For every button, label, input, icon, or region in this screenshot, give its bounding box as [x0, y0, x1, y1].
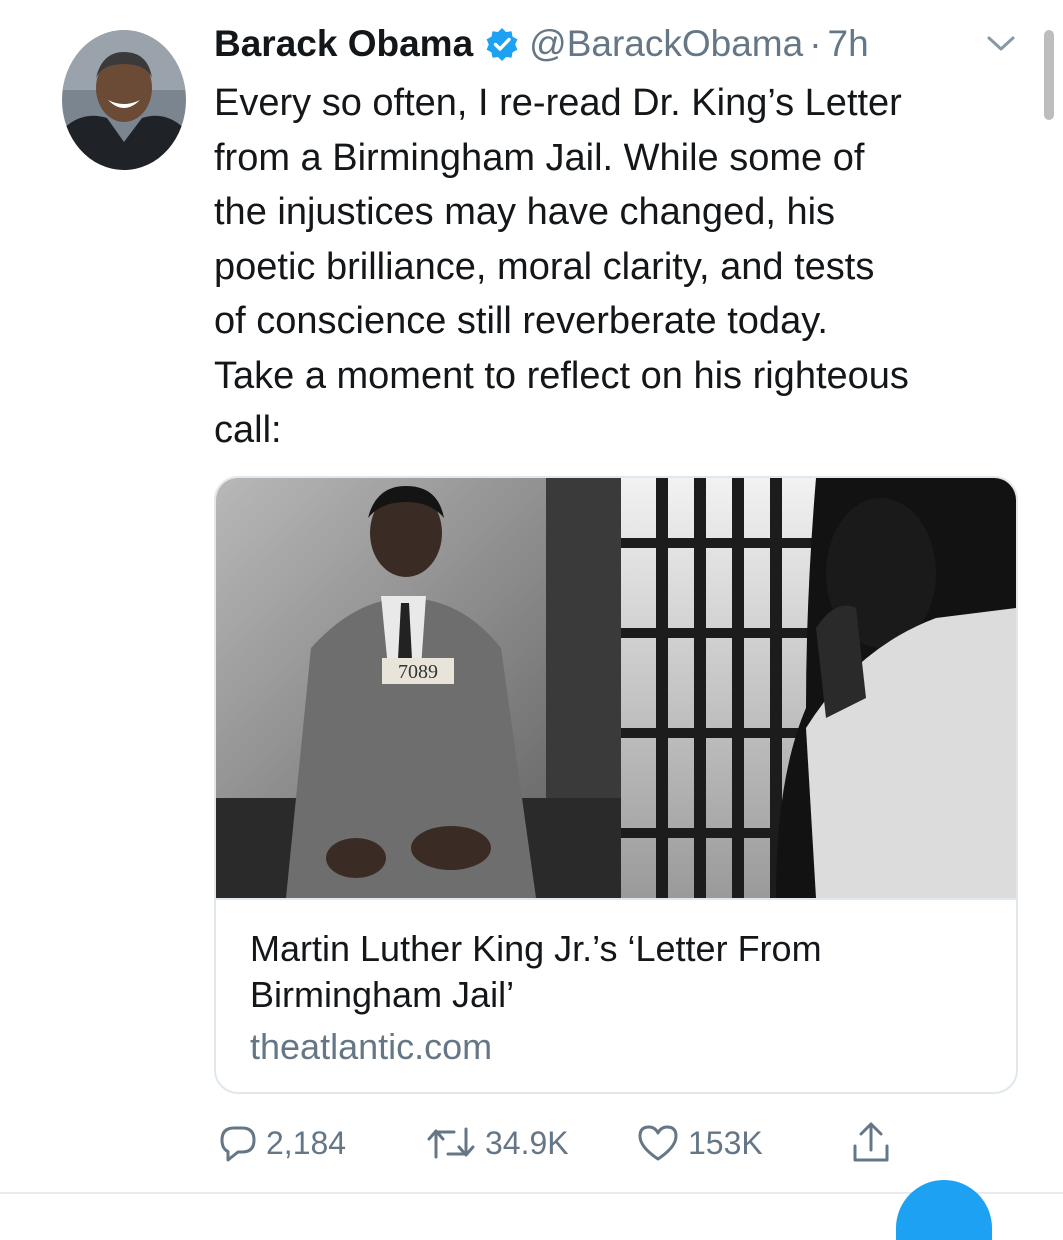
- tweet-text-line: the injustices may have changed, his: [214, 191, 836, 233]
- share-button[interactable]: [850, 1118, 900, 1168]
- tweet-timestamp[interactable]: 7h: [828, 23, 869, 65]
- verified-badge-icon: [485, 27, 519, 61]
- avatar[interactable]: [62, 30, 186, 170]
- like-button[interactable]: 153K: [636, 1118, 763, 1168]
- tweet-text-line: from a Birmingham Jail. While some of: [214, 136, 865, 179]
- tweet-header: Barack Obama @BarackObama · 7h: [214, 20, 869, 68]
- reply-icon: [220, 1126, 256, 1162]
- share-icon: [853, 1122, 889, 1162]
- retweet-icon: [427, 1127, 475, 1159]
- link-card[interactable]: 7089 Martin Luther King Jr.’s ‘Letter Fr…: [214, 476, 1018, 1094]
- card-divider: [216, 898, 1016, 900]
- card-title-line: Martin Luther King Jr.’s ‘Letter From: [250, 928, 822, 969]
- author-name[interactable]: Barack Obama: [214, 23, 473, 65]
- photo-tag-text: 7089: [398, 661, 438, 683]
- tweet-text-line: of conscience still reverberate today.: [214, 300, 828, 342]
- tweet-text-line: poetic brilliance, moral clarity, and te…: [214, 245, 875, 288]
- tweet-separator-line: [0, 1192, 1063, 1194]
- card-domain: theatlantic.com: [250, 1026, 493, 1067]
- tweet-text: Every so often, I re-read Dr. King’s Let…: [214, 76, 1034, 458]
- card-title[interactable]: Martin Luther King Jr.’s ‘Letter From Bi…: [250, 926, 990, 1018]
- heart-icon: [638, 1125, 678, 1161]
- card-photo[interactable]: 7089: [216, 478, 1016, 898]
- retweet-count: 34.9K: [485, 1124, 569, 1161]
- retweet-button[interactable]: 34.9K: [425, 1118, 569, 1168]
- tweet-actions: 2,184 34.9K 153K: [0, 1118, 1063, 1168]
- author-handle[interactable]: @BarackObama: [529, 23, 803, 65]
- scrollbar[interactable]: [1044, 30, 1054, 120]
- tweet-text-line: Every so often, I re-read Dr. King’s Let…: [214, 82, 902, 124]
- reply-count: 2,184: [266, 1124, 347, 1161]
- like-count: 153K: [688, 1124, 763, 1161]
- card-title-line: Birmingham Jail’: [250, 974, 515, 1015]
- tweet-text-line: Take a moment to reflect on his righteou…: [214, 354, 909, 397]
- meta-separator: ·: [809, 23, 822, 64]
- compose-tweet-button[interactable]: [896, 1180, 992, 1240]
- reply-button[interactable]: 2,184: [218, 1118, 346, 1168]
- tweet-text-line: call:: [214, 409, 282, 451]
- chevron-down-icon[interactable]: [984, 30, 1018, 56]
